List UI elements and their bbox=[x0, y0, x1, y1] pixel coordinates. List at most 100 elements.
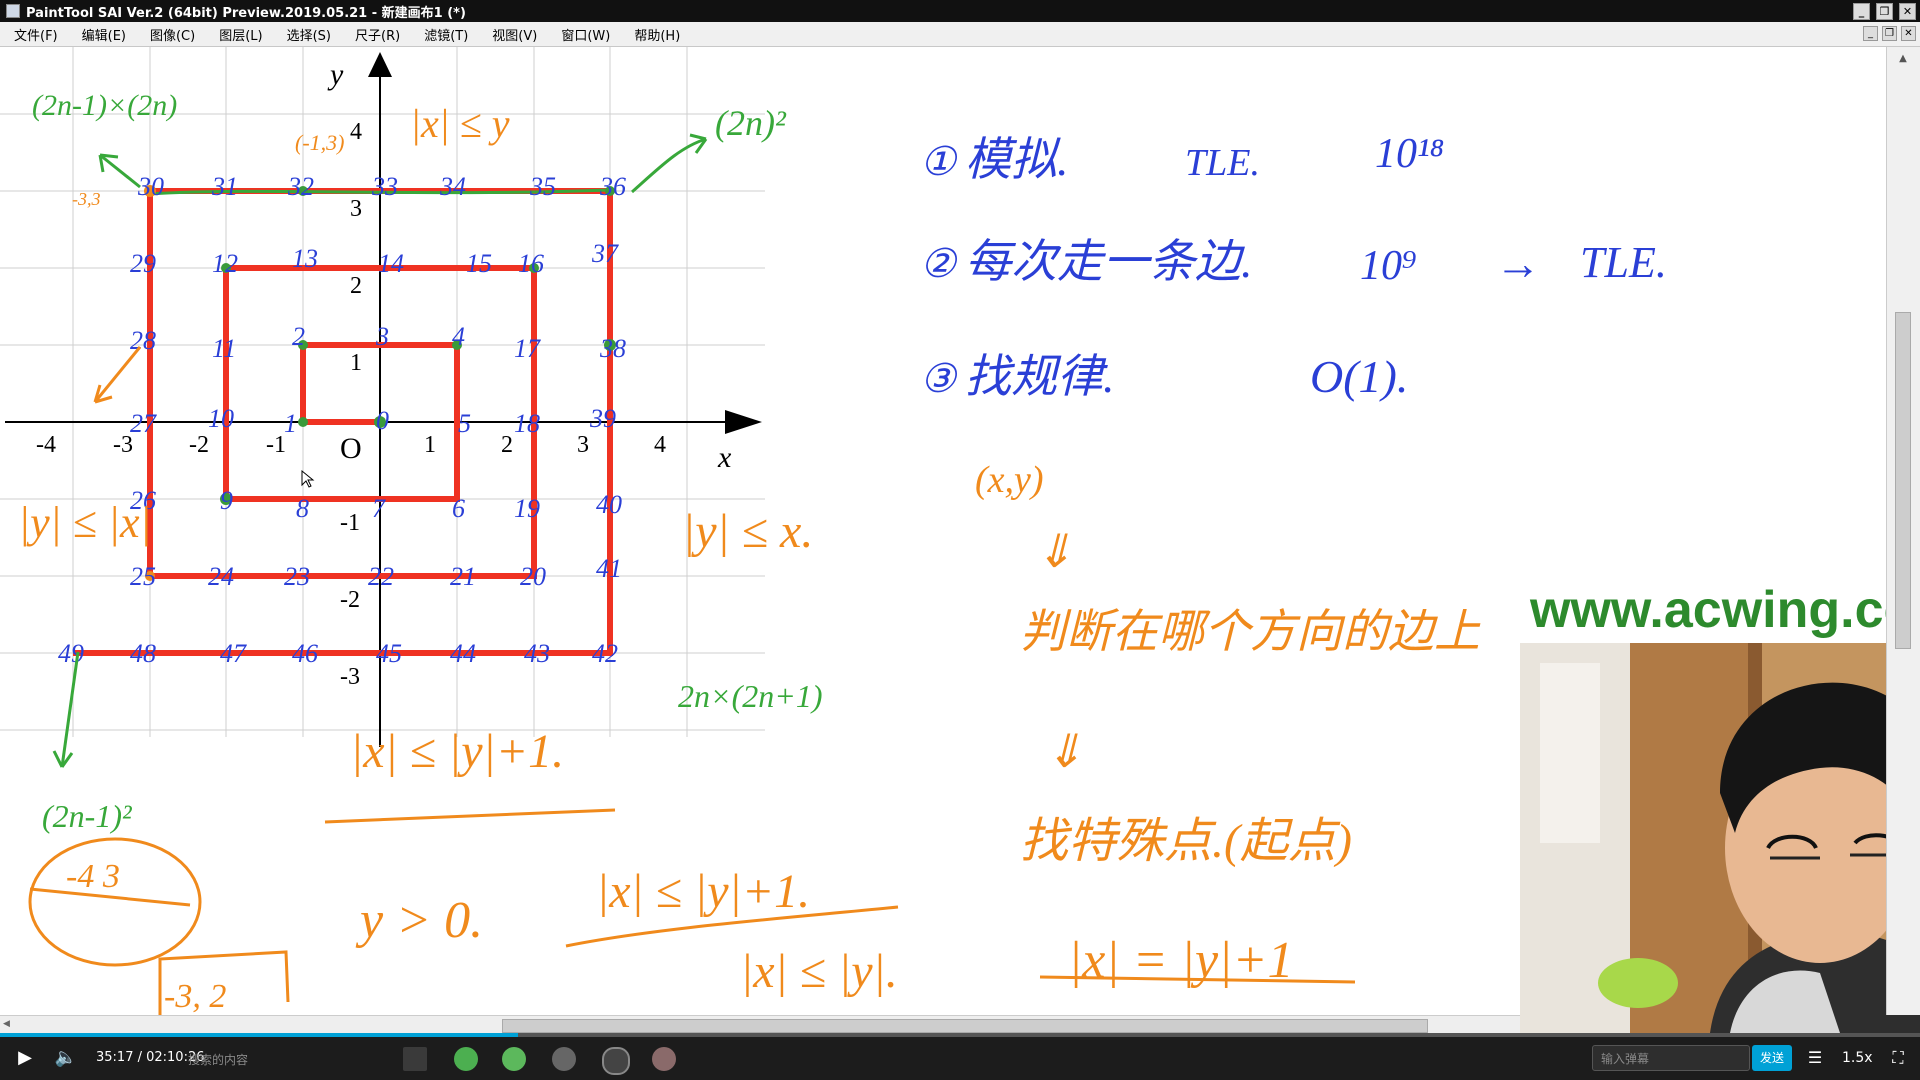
formula-top-left: (2n-1)×(2n) bbox=[32, 89, 177, 122]
note3-o: O(1). bbox=[1310, 351, 1408, 402]
note2-tle: TLE. bbox=[1580, 238, 1667, 287]
handwritten-number: 49 bbox=[58, 639, 84, 668]
x-axis-label: x bbox=[717, 441, 732, 474]
y-tick: 3 bbox=[350, 196, 362, 222]
vertical-scrollbar[interactable]: ▲ bbox=[1886, 47, 1920, 1015]
scroll-up-icon[interactable]: ▲ bbox=[1895, 53, 1911, 67]
handwritten-number: 40 bbox=[596, 490, 622, 519]
handwritten-number: 37 bbox=[591, 239, 619, 268]
title-bar: PaintTool SAI Ver.2 (64bit) Preview.2019… bbox=[0, 0, 1920, 22]
menu-file[interactable]: 文件(F) bbox=[0, 25, 68, 44]
scroll-left-icon[interactable]: ◀ bbox=[3, 1019, 13, 1031]
formula-top-right: (2n)² bbox=[715, 103, 787, 143]
handwritten-number: 30 bbox=[137, 172, 164, 201]
menu-filter[interactable]: 滤镜(T) bbox=[410, 25, 478, 44]
menu-select[interactable]: 选择(S) bbox=[273, 25, 341, 44]
handwritten-number: 31 bbox=[211, 172, 238, 201]
horizontal-scroll-thumb[interactable] bbox=[502, 1019, 1428, 1033]
handwritten-number: 0 bbox=[376, 406, 389, 435]
note-down1: ⇓ bbox=[1035, 526, 1074, 577]
handwritten-number: 36 bbox=[599, 172, 626, 201]
handwritten-number: 19 bbox=[514, 494, 540, 523]
chrome-icon[interactable] bbox=[454, 1047, 478, 1071]
handwritten-number: 20 bbox=[520, 562, 546, 591]
note2-num: ② bbox=[920, 241, 958, 286]
video-player-controls: ▶ 🔈 35:17 / 02:10:26 搜索的内容 输入弹幕 发送 ☰ 1.5… bbox=[0, 1037, 1920, 1080]
play-icon[interactable]: ▶ bbox=[12, 1045, 38, 1071]
handwritten-number: 8 bbox=[296, 494, 309, 523]
handwritten-number: 1 bbox=[284, 409, 297, 438]
speed-selector[interactable]: 1.5x bbox=[1842, 1050, 1873, 1066]
app-icon-1[interactable] bbox=[552, 1047, 576, 1071]
handwritten-number: 47 bbox=[220, 639, 247, 668]
box-text: -3, 2 bbox=[164, 978, 226, 1015]
circle-text: -4 3 bbox=[66, 858, 120, 895]
handwritten-number: 28 bbox=[130, 326, 156, 355]
handwritten-number: 5 bbox=[458, 409, 471, 438]
note1-num: ① bbox=[920, 139, 958, 184]
coordinate-grid bbox=[0, 47, 765, 737]
maximize-button[interactable]: ❐ bbox=[1876, 3, 1893, 20]
doc-close-button[interactable]: ✕ bbox=[1901, 26, 1916, 41]
origin-label: O bbox=[340, 432, 362, 465]
cond-left: |y| ≤ |x| bbox=[18, 498, 152, 547]
handwritten-number: 24 bbox=[208, 562, 234, 591]
menu-image[interactable]: 图像(C) bbox=[136, 25, 205, 44]
handwritten-number: 42 bbox=[592, 639, 618, 668]
x-tick: -1 bbox=[266, 432, 286, 458]
handwritten-number: 25 bbox=[130, 562, 156, 591]
cond-top: |x| ≤ y bbox=[410, 101, 510, 146]
x-tick: 4 bbox=[654, 432, 666, 458]
window-title: PaintTool SAI Ver.2 (64bit) Preview.2019… bbox=[26, 5, 466, 21]
note-down2: ⇓ bbox=[1045, 726, 1084, 777]
menu-view[interactable]: 视图(V) bbox=[478, 25, 547, 44]
note1-big: 10¹⁸ bbox=[1375, 131, 1444, 177]
blue-notes: ① 模拟. TLE. 10¹⁸ ② 每次走一条边. 10⁹ → TLE. ③ 找… bbox=[920, 131, 1667, 402]
wechat-icon[interactable] bbox=[502, 1047, 526, 1071]
fullscreen-icon[interactable]: ⛶ bbox=[1886, 1045, 1910, 1071]
handwritten-number: 38 bbox=[599, 334, 626, 363]
menu-layer[interactable]: 图层(L) bbox=[205, 25, 272, 44]
note-judge: 判断在哪个方向的边上 bbox=[1020, 606, 1481, 657]
app-icon-2[interactable] bbox=[602, 1047, 630, 1075]
y-tick: 2 bbox=[350, 273, 362, 299]
minimize-button[interactable]: _ bbox=[1853, 3, 1870, 20]
handwritten-number: 21 bbox=[450, 562, 476, 591]
horizontal-scrollbar[interactable]: ◀ bbox=[0, 1015, 1520, 1034]
handwritten-number: 35 bbox=[529, 172, 556, 201]
handwritten-number: 29 bbox=[130, 249, 156, 278]
y-tick: -1 bbox=[340, 510, 360, 536]
danmaku-input[interactable]: 输入弹幕 bbox=[1592, 1045, 1750, 1071]
note2-big: 10⁹ bbox=[1360, 243, 1417, 289]
handwritten-number: 46 bbox=[292, 639, 318, 668]
app-icon bbox=[6, 4, 20, 18]
menu-window[interactable]: 窗口(W) bbox=[547, 25, 620, 44]
handwritten-number: 2 bbox=[292, 322, 305, 351]
note1-tle: TLE. bbox=[1185, 142, 1260, 184]
x-axis-arrow bbox=[725, 410, 762, 434]
y-axis-arrow bbox=[368, 52, 392, 77]
doc-restore-button[interactable]: ❐ bbox=[1882, 26, 1897, 41]
handwritten-number: 10 bbox=[208, 404, 234, 433]
note-xy: (x,y) bbox=[975, 459, 1044, 501]
task-view-icon[interactable] bbox=[403, 1047, 427, 1071]
menu-edit[interactable]: 编辑(E) bbox=[68, 25, 136, 44]
note1-text: 模拟. bbox=[965, 134, 1069, 185]
danmaku-toggle-icon[interactable]: ☰ bbox=[1800, 1045, 1830, 1071]
menu-ruler[interactable]: 尺子(R) bbox=[341, 25, 410, 44]
volume-icon[interactable]: 🔈 bbox=[52, 1045, 80, 1071]
doc-minimize-button[interactable]: _ bbox=[1863, 26, 1878, 41]
y-axis-label: y bbox=[327, 58, 344, 91]
y-tick: -3 bbox=[340, 664, 360, 690]
point-label: (-1,3) bbox=[295, 130, 344, 155]
painttool-sai-icon[interactable] bbox=[652, 1047, 676, 1071]
handwritten-number: 34 bbox=[439, 172, 466, 201]
handwritten-number: 23 bbox=[284, 562, 310, 591]
handwritten-number: 33 bbox=[371, 172, 398, 201]
menu-help[interactable]: 帮助(H) bbox=[620, 25, 690, 44]
send-button[interactable]: 发送 bbox=[1752, 1045, 1792, 1071]
note2-text: 每次走一条边. bbox=[965, 236, 1253, 287]
y-tick: 1 bbox=[350, 350, 362, 376]
vertical-scroll-thumb[interactable] bbox=[1895, 312, 1911, 649]
close-button[interactable]: ✕ bbox=[1899, 3, 1916, 20]
